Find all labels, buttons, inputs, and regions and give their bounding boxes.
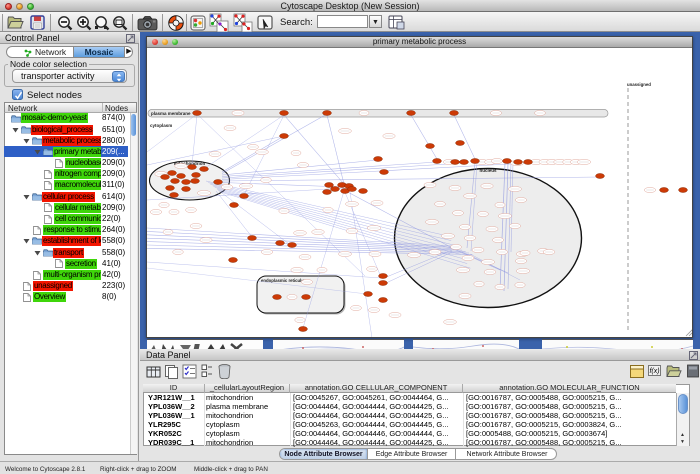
svg-text:cytoplasm: cytoplasm [150, 123, 172, 128]
svg-text:plasma membrane: plasma membrane [151, 111, 191, 116]
svg-text:nucleus: nucleus [479, 168, 497, 173]
svg-text:unassigned: unassigned [627, 82, 651, 87]
